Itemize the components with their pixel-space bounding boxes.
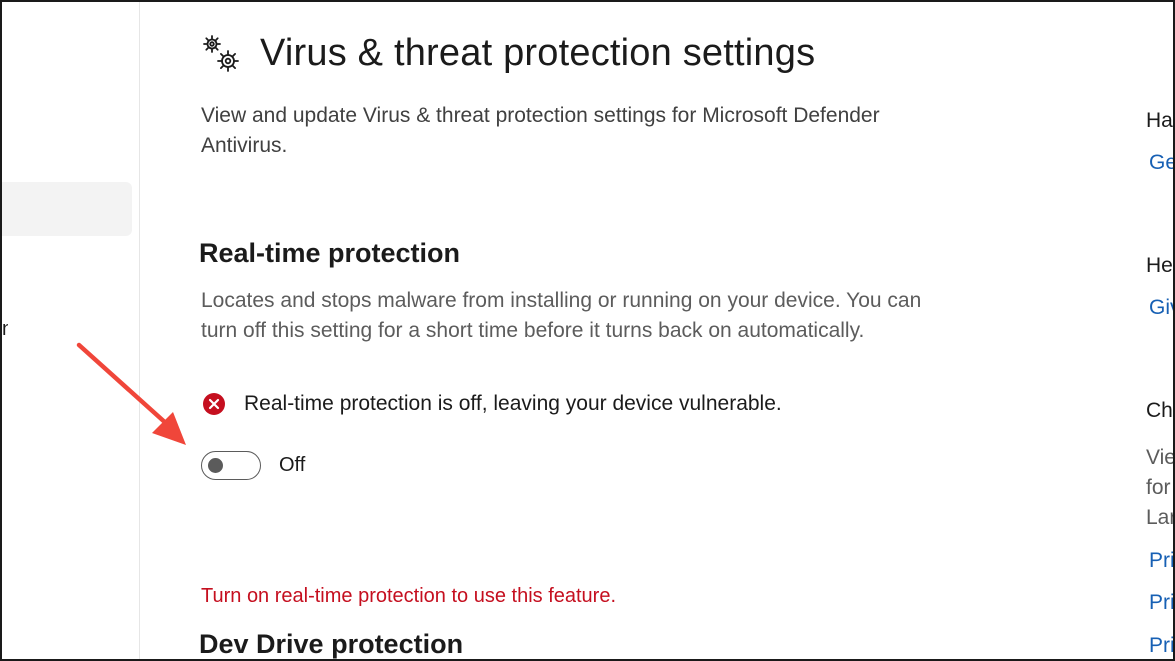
realtime-status-text: Real-time protection is off, leaving you… (244, 392, 782, 415)
nav-item-label-fragment[interactable]: n (2, 318, 8, 341)
main-content: Virus & threat protection settings View … (198, 2, 958, 659)
error-icon (203, 393, 225, 415)
right-pane: Hav Ge Hel Giv Cha Vie for Lar Pri Pri P… (1146, 2, 1175, 659)
page-header: Virus & threat protection settings (200, 32, 815, 75)
gears-icon (203, 34, 239, 72)
toggle-state-label: Off (279, 454, 306, 476)
right-pane-link-3[interactable]: Pri (1149, 546, 1173, 576)
realtime-status: Real-time protection is off, leaving you… (202, 392, 782, 416)
right-pane-text-1: Vie (1146, 446, 1175, 469)
realtime-protection-toggle[interactable] (201, 451, 261, 480)
right-pane-link-4[interactable]: Pri (1149, 588, 1173, 618)
right-pane-heading-2: Hel (1146, 254, 1175, 277)
app-window: n (0, 0, 1175, 661)
realtime-toggle-row: Off (201, 451, 305, 480)
right-pane-link-2[interactable]: Giv (1149, 293, 1173, 323)
right-pane-text-2: for (1146, 476, 1171, 499)
page-description: View and update Virus & threat protectio… (201, 104, 880, 157)
realtime-description: Locates and stops malware from installin… (201, 289, 922, 342)
nav-selected-item[interactable] (2, 182, 132, 236)
right-pane-text-3: Lar (1146, 506, 1175, 529)
navigation-pane: n (2, 2, 140, 659)
right-pane-heading-3: Cha (1146, 399, 1173, 422)
feature-warning-text: Turn on real-time protection to use this… (201, 585, 617, 607)
page-title: Virus & threat protection settings (260, 32, 816, 74)
right-pane-link-1[interactable]: Ge (1149, 148, 1173, 178)
right-pane-heading-1: Hav (1146, 109, 1173, 132)
toggle-knob (208, 458, 223, 473)
right-pane-link-5[interactable]: Pri (1149, 631, 1173, 659)
realtime-section-title: Real-time protection (199, 238, 461, 268)
dev-drive-section-title: Dev Drive protection (199, 629, 464, 659)
annotation-arrow (76, 342, 186, 445)
